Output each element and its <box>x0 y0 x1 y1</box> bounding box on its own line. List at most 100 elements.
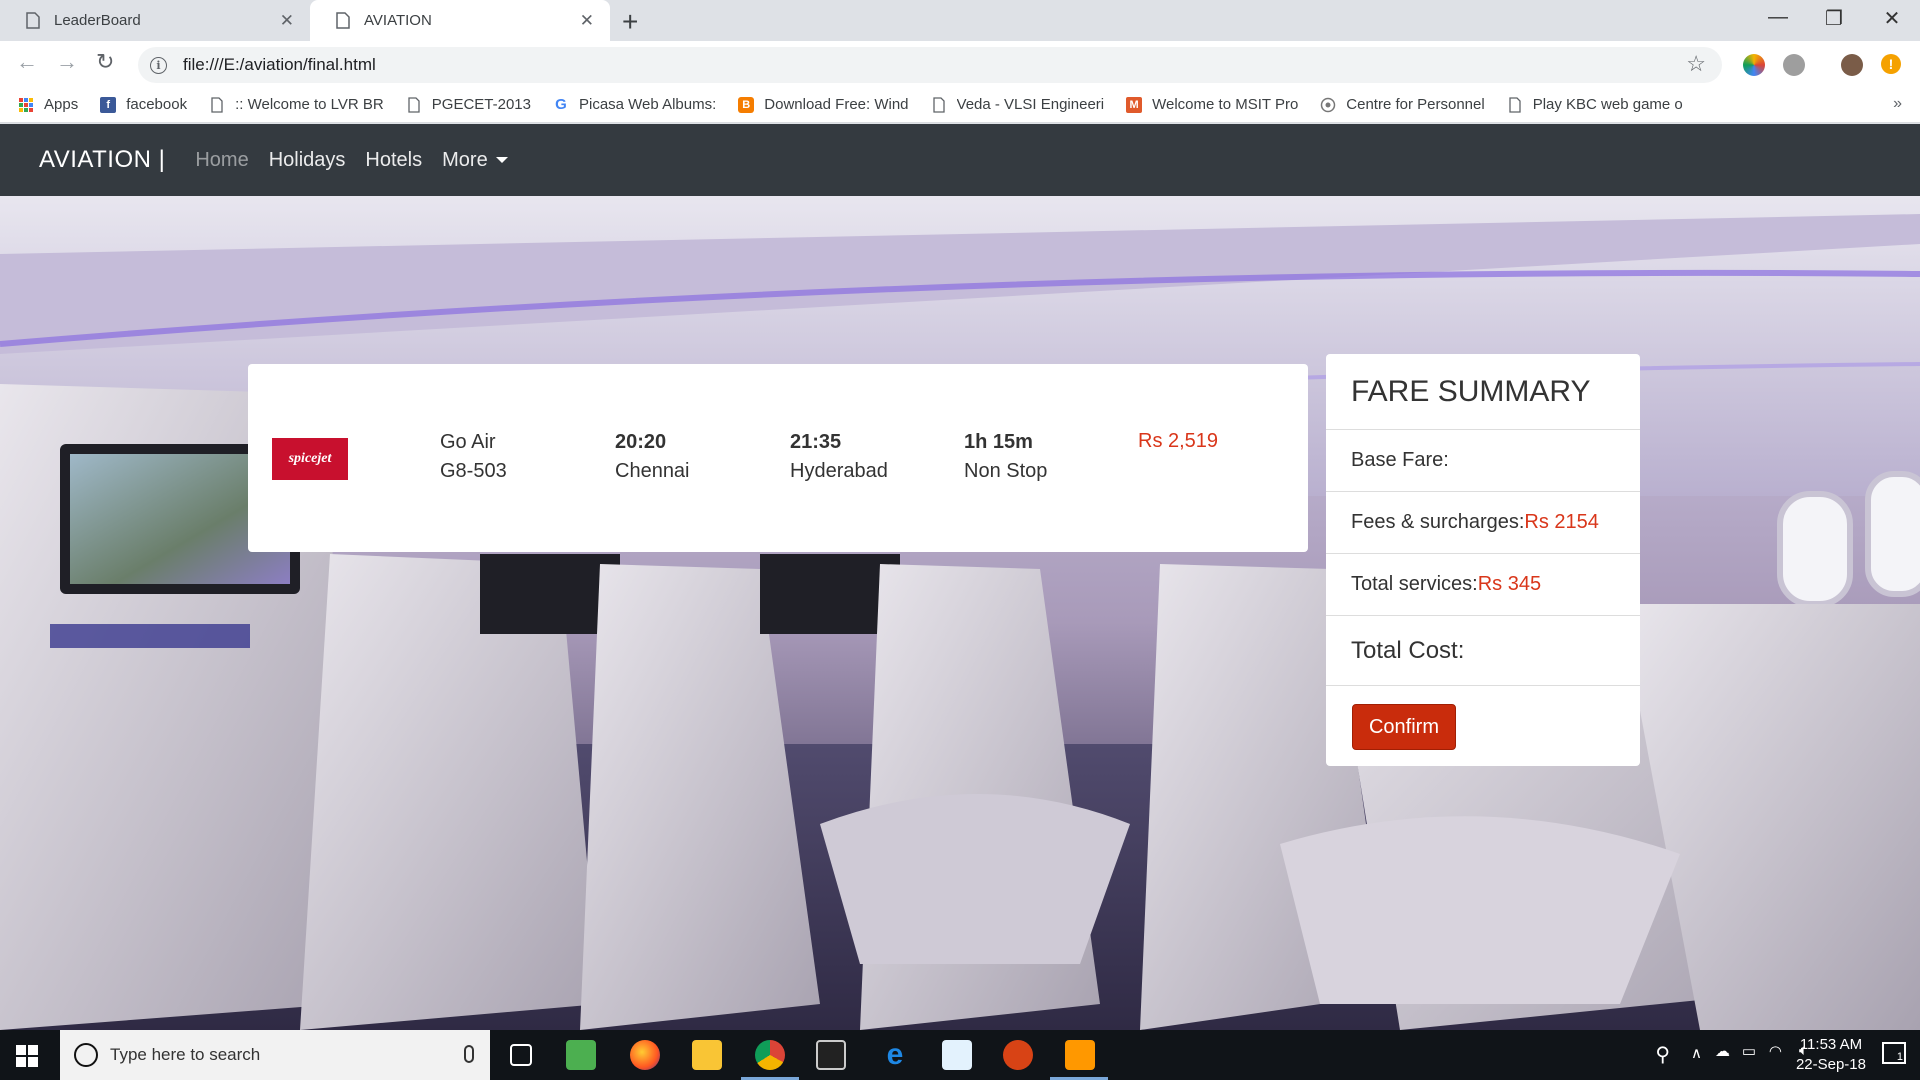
bookmark-label: Veda - VLSI Engineeri <box>956 96 1105 113</box>
page-icon <box>1509 96 1521 113</box>
caret-down-icon <box>495 157 508 164</box>
nav-link-holidays[interactable]: Holidays <box>269 149 346 172</box>
apps-grid-icon <box>19 97 33 112</box>
nav-more-label: More <box>442 148 488 171</box>
nav-link-hotels[interactable]: Hotels <box>365 149 422 172</box>
fare-summary-title: FARE SUMMARY <box>1326 354 1640 430</box>
fees-row: Fees & surcharges: Rs 2154 <box>1326 492 1640 554</box>
task-view-icon[interactable] <box>510 1044 532 1066</box>
bookmark-centre[interactable]: Centre for Personnel <box>1320 96 1485 113</box>
p-app-icon[interactable] <box>1003 1040 1033 1070</box>
arrival-time: 21:35 <box>790 431 842 453</box>
duration-info: 1h 15m Non Stop <box>964 428 1047 486</box>
bookmark-lvr[interactable]: :: Welcome to LVR BR <box>209 96 384 113</box>
extension-icon[interactable] <box>1743 54 1765 76</box>
bookmark-label: Download Free: Wind <box>764 96 909 113</box>
nav-link-home[interactable]: Home <box>195 149 248 172</box>
microphone-icon[interactable] <box>464 1045 474 1063</box>
site-navbar: AVIATION | Home Holidays Hotels More <box>0 124 1920 196</box>
bookmark-label: Welcome to MSIT Pro <box>1152 96 1299 113</box>
bookmark-kbc[interactable]: Play KBC web game o <box>1507 96 1683 113</box>
page-icon <box>336 12 350 29</box>
onedrive-icon[interactable]: ☁ <box>1715 1042 1730 1060</box>
facebook-icon: f <box>100 96 117 113</box>
minimize-button[interactable]: — <box>1748 6 1808 29</box>
airline-logo-text: spicejet <box>288 451 332 466</box>
base-fare-row: Base Fare: <box>1326 430 1640 492</box>
info-icon[interactable]: i <box>150 56 167 74</box>
bookmark-msit[interactable]: M Welcome to MSIT Pro <box>1126 96 1298 113</box>
arrival-city: Hyderabad <box>790 460 888 482</box>
bookmark-download[interactable]: B Download Free: Wind <box>738 96 909 113</box>
bookmark-label: PGECET-2013 <box>431 96 531 113</box>
sublime-icon[interactable] <box>1065 1040 1095 1070</box>
site-brand[interactable]: AVIATION | <box>39 146 165 174</box>
flight-duration: 1h 15m <box>964 431 1033 453</box>
bookmark-label: facebook <box>126 96 188 113</box>
battery-icon[interactable]: ▭ <box>1742 1042 1756 1060</box>
bookmark-label: Picasa Web Albums: <box>578 96 717 113</box>
tab-aviation[interactable]: AVIATION ✕ <box>310 0 610 41</box>
tab-leaderboard[interactable]: LeaderBoard ✕ <box>0 0 310 41</box>
url-text[interactable]: file:///E:/aviation/final.html <box>183 55 376 75</box>
notification-count: 1 <box>1896 1051 1903 1063</box>
bookmark-label: Play KBC web game o <box>1532 96 1683 113</box>
alert-icon[interactable]: ! <box>1881 54 1901 74</box>
maximize-button[interactable]: ❐ <box>1804 6 1864 31</box>
windows-taskbar: Type here to search e ⚲ ∧ ☁ ▭ ◠ 🔈︎ 11:53… <box>0 1030 1920 1080</box>
page-icon <box>408 96 420 113</box>
people-icon[interactable]: ⚲ <box>1655 1042 1670 1067</box>
airline-name: Go Air <box>440 431 496 453</box>
close-tab-icon[interactable]: ✕ <box>280 11 294 31</box>
close-window-button[interactable]: ✕ <box>1862 6 1920 31</box>
back-arrow-icon[interactable]: ← <box>16 49 38 75</box>
departure-time: 20:20 <box>615 431 667 453</box>
bookmark-veda[interactable]: Veda - VLSI Engineeri <box>931 96 1105 113</box>
taskbar-clock[interactable]: 11:53 AM 22-Sep-18 <box>1796 1035 1866 1075</box>
confirm-button[interactable]: Confirm <box>1352 704 1456 750</box>
taskbar-search-box[interactable]: Type here to search <box>60 1030 490 1080</box>
forward-arrow-icon[interactable]: → <box>56 49 78 75</box>
file-explorer-icon[interactable] <box>692 1040 722 1070</box>
clock-date: 22-Sep-18 <box>1795 1056 1866 1073</box>
flight-stops: Non Stop <box>964 460 1048 482</box>
address-bar[interactable]: i file:///E:/aviation/final.html ☆ <box>138 47 1722 83</box>
departure-info: 20:20 Chennai <box>615 428 690 486</box>
windows-start-icon[interactable] <box>16 1045 38 1067</box>
page-icon <box>26 12 40 29</box>
base-fare-label: Base Fare: <box>1351 449 1449 471</box>
settings-extension-icon[interactable] <box>1783 54 1805 76</box>
terminal-icon[interactable] <box>816 1040 846 1070</box>
search-placeholder: Type here to search <box>110 1045 261 1064</box>
new-tab-button[interactable]: + <box>622 6 638 38</box>
bookmark-pgecet[interactable]: PGECET-2013 <box>406 96 531 113</box>
editor-icon[interactable] <box>942 1040 972 1070</box>
nav-dropdown-more[interactable]: More <box>442 149 508 172</box>
close-tab-icon[interactable]: ✕ <box>580 11 594 31</box>
bookmark-star-icon[interactable]: ☆ <box>1686 51 1706 77</box>
blogger-icon: B <box>738 96 755 113</box>
page-icon <box>932 96 945 113</box>
notification-center-icon[interactable]: 1 <box>1882 1042 1906 1064</box>
bookmark-picasa[interactable]: G Picasa Web Albums: <box>553 96 716 113</box>
edge-icon[interactable]: e <box>880 1040 910 1070</box>
chevron-more-icon[interactable]: » <box>1893 95 1902 113</box>
profile-avatar[interactable] <box>1841 54 1863 76</box>
bookmarks-bar: Apps f facebook :: Welcome to LVR BR PGE… <box>0 87 1920 123</box>
msit-icon: M <box>1126 96 1143 113</box>
cortana-icon <box>74 1043 98 1067</box>
chevron-up-icon[interactable]: ∧ <box>1691 1044 1702 1062</box>
services-row: Total services: Rs 345 <box>1326 554 1640 616</box>
bookmark-label: Centre for Personnel <box>1346 96 1485 113</box>
tab-title: LeaderBoard <box>54 12 141 29</box>
photos-app-icon[interactable] <box>566 1040 596 1070</box>
bookmark-label: Apps <box>44 96 79 113</box>
firefox-icon[interactable] <box>630 1040 660 1070</box>
chrome-icon[interactable] <box>755 1040 785 1070</box>
bookmark-facebook[interactable]: f facebook <box>100 96 187 113</box>
web-page: AVIATION | Home Holidays Hotels More spi… <box>0 124 1920 1030</box>
fees-label: Fees & surcharges: <box>1351 511 1525 533</box>
bookmark-apps[interactable]: Apps <box>18 96 78 113</box>
reload-icon[interactable]: ↻ <box>96 49 114 75</box>
wifi-icon[interactable]: ◠ <box>1769 1042 1782 1060</box>
